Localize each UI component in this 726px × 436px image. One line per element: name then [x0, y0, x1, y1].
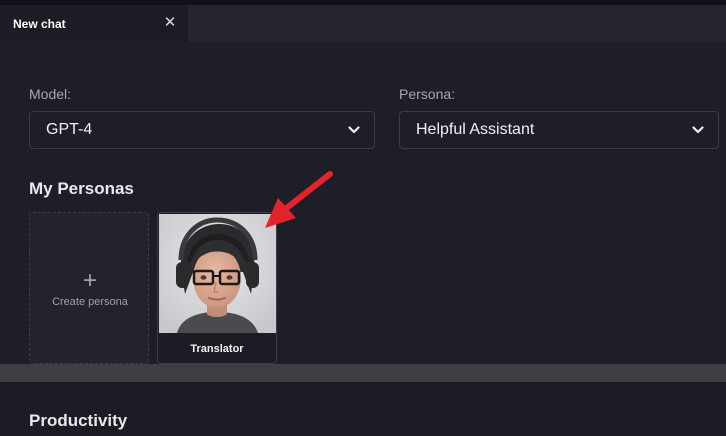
create-persona-card[interactable]: + Create persona: [29, 212, 149, 364]
persona-label: Persona:: [399, 86, 456, 102]
annotation-arrow-icon: [265, 171, 333, 228]
create-persona-label: Create persona: [52, 296, 128, 308]
model-select[interactable]: GPT-4: [29, 111, 375, 149]
persona-select-value: Helpful Assistant: [416, 121, 535, 138]
tab-new-chat[interactable]: New chat ✕: [0, 5, 188, 42]
productivity-heading: Productivity: [29, 411, 128, 430]
model-label: Model:: [29, 86, 72, 102]
tab-bar: New chat ✕: [0, 5, 726, 42]
plus-icon: +: [82, 267, 97, 294]
persona-select[interactable]: Helpful Assistant: [399, 111, 719, 149]
productivity-section: Productivity: [0, 382, 726, 436]
persona-name: Translator: [190, 343, 244, 355]
close-icon[interactable]: ✕: [160, 13, 180, 33]
tab-title: New chat: [13, 17, 66, 31]
model-select-value: GPT-4: [46, 121, 93, 138]
section-divider: [0, 364, 726, 382]
chevron-down-icon: [692, 126, 704, 134]
chevron-down-icon: [348, 126, 360, 134]
my-personas-heading: My Personas: [29, 179, 134, 198]
